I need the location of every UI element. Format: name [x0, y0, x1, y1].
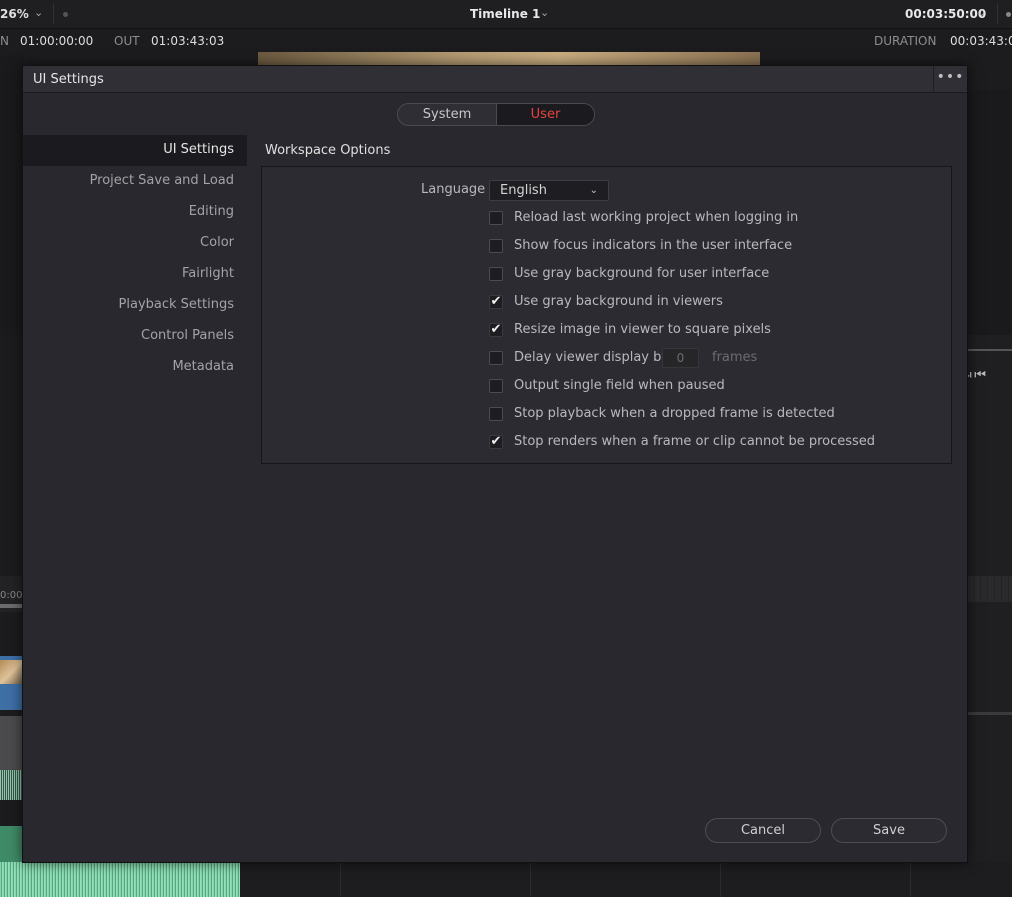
option-square-pixels[interactable]: ✔ Resize image in viewer to square pixel… [489, 321, 929, 341]
workspace-options-panel: Language English ⌄ Reload last working p… [261, 166, 952, 464]
zoom-level[interactable]: 26% [0, 7, 29, 21]
chevron-down-icon[interactable]: ⌄ [540, 6, 549, 19]
sidebar-item-playback-settings[interactable]: Playback Settings [23, 290, 247, 321]
waveform [0, 770, 24, 800]
checkbox-checked[interactable]: ✔ [489, 435, 503, 449]
video-clip[interactable] [0, 656, 24, 710]
viewer-image [258, 52, 760, 66]
checkbox-checked[interactable]: ✔ [489, 295, 503, 309]
timeline-panel-edge [967, 335, 1012, 897]
option-show-focus-indicators[interactable]: Show focus indicators in the user interf… [489, 237, 929, 257]
sidebar-item-control-panels[interactable]: Control Panels [23, 321, 247, 352]
option-label: Reload last working project when logging… [514, 210, 799, 225]
checkbox[interactable] [489, 379, 503, 393]
option-reload-last-project[interactable]: Reload last working project when logging… [489, 209, 929, 229]
divider [53, 4, 54, 24]
option-label: Show focus indicators in the user interf… [514, 238, 793, 253]
timeline-title[interactable]: Timeline 1 [470, 7, 540, 21]
chevron-down-icon: ⌄ [589, 185, 598, 196]
dot-icon [63, 12, 68, 17]
checkbox[interactable] [489, 407, 503, 421]
divider [997, 4, 998, 24]
audio-waveform[interactable] [0, 862, 240, 897]
delay-frames-input[interactable]: 0 [662, 348, 699, 368]
option-stop-renders[interactable]: ✔ Stop renders when a frame or clip cann… [489, 433, 929, 453]
cancel-button[interactable]: Cancel [705, 818, 821, 843]
dialog-header: UI Settings ••• [23, 66, 967, 93]
out-timecode: 01:03:43:03 [151, 34, 225, 48]
option-label: Use gray background for user interface [514, 266, 770, 281]
duration-label: DURATION [874, 34, 937, 48]
option-label: Stop renders when a frame or clip cannot… [514, 434, 876, 449]
language-value: English [500, 183, 547, 198]
option-stop-playback-dropped-frame[interactable]: Stop playback when a dropped frame is de… [489, 405, 929, 425]
in-label: N [0, 34, 9, 48]
option-gray-background-ui[interactable]: Use gray background for user interface [489, 265, 929, 285]
checkbox[interactable] [489, 211, 503, 225]
chevron-down-icon[interactable]: ⌄ [977, 6, 986, 19]
scope-toggle: System User [397, 103, 595, 126]
in-timecode: 01:00:00:00 [20, 34, 94, 48]
dialog-title: UI Settings [33, 72, 104, 87]
out-label: OUT [114, 34, 140, 48]
audio-clip[interactable] [0, 716, 24, 800]
sidebar-item-editing[interactable]: Editing [23, 197, 247, 228]
settings-sidebar: UI Settings Project Save and Load Editin… [23, 135, 247, 383]
sidebar-item-metadata[interactable]: Metadata [23, 352, 247, 383]
clip-thumbnail [0, 660, 24, 684]
frames-label: frames [712, 350, 758, 365]
option-label: Use gray background in viewers [514, 294, 723, 309]
track-divider [967, 712, 1012, 715]
option-label: Resize image in viewer to square pixels [514, 322, 771, 337]
ui-settings-dialog: UI Settings ••• System User UI Settings … [22, 65, 968, 863]
timeline-track [240, 862, 1012, 897]
viewer-background [967, 90, 1012, 335]
top-toolbar: 26% ⌄ Timeline 1 ⌄ 00:03:50:00 ⌄ [0, 0, 1012, 29]
option-label: Stop playback when a dropped frame is de… [514, 406, 835, 421]
option-label: Delay viewer display by [514, 350, 670, 365]
audio-clip[interactable] [0, 826, 24, 866]
scrub-bar[interactable] [967, 349, 1012, 351]
option-label: Output single field when paused [514, 378, 725, 393]
sidebar-item-project-save-and-load[interactable]: Project Save and Load [23, 166, 247, 197]
checkbox-checked[interactable]: ✔ [489, 323, 503, 337]
chevron-down-icon[interactable]: ⌄ [34, 6, 43, 19]
section-title: Workspace Options [265, 143, 391, 158]
language-label: Language [421, 182, 486, 197]
more-icon[interactable] [1006, 12, 1011, 17]
sidebar-item-color[interactable]: Color [23, 228, 247, 259]
checkbox[interactable] [489, 351, 503, 365]
option-delay-viewer[interactable]: Delay viewer display by 0 frames [489, 348, 929, 369]
ruler-label: 0:00 [0, 590, 23, 601]
timecode-display: 00:03:50:00 [905, 7, 987, 21]
tab-system[interactable]: System [398, 104, 496, 125]
language-select[interactable]: English ⌄ [489, 180, 609, 201]
duration-timecode: 00:03:43:04 [950, 34, 1012, 48]
option-single-field[interactable]: Output single field when paused [489, 377, 929, 397]
save-button[interactable]: Save [831, 818, 947, 843]
sidebar-item-fairlight[interactable]: Fairlight [23, 259, 247, 290]
playhead-bar [0, 604, 24, 608]
checkbox[interactable] [489, 267, 503, 281]
option-gray-background-viewers[interactable]: ✔ Use gray background in viewers [489, 293, 929, 313]
tab-user[interactable]: User [496, 104, 594, 125]
timeline-ruler[interactable] [967, 576, 1012, 602]
checkbox[interactable] [489, 239, 503, 253]
sidebar-item-ui-settings[interactable]: UI Settings [23, 135, 247, 166]
more-dots-icon[interactable]: ••• [933, 66, 967, 93]
viewer-background [0, 55, 24, 335]
timeline-ruler[interactable]: 0:00 [0, 576, 24, 612]
